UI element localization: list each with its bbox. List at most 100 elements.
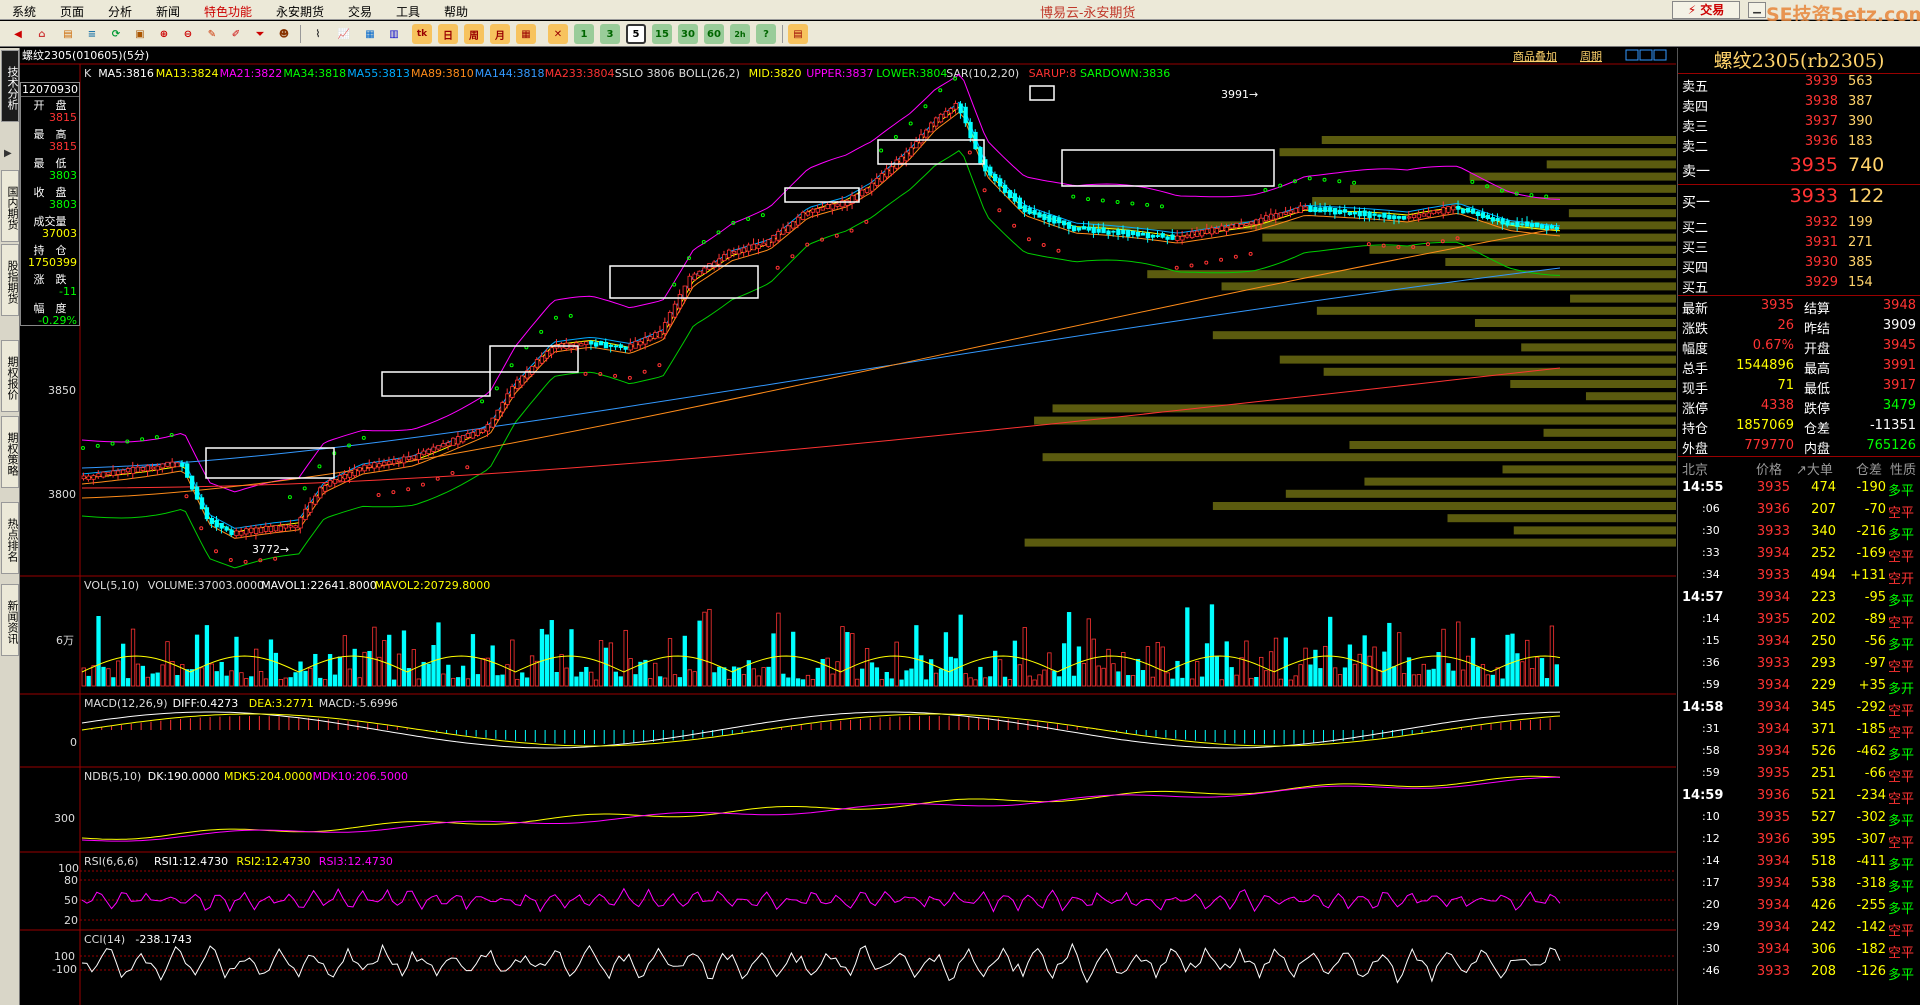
volume-bar <box>830 673 835 687</box>
tick-row[interactable]: :31 3934 371 -185 空平 <box>1678 719 1920 741</box>
period-week-button[interactable]: 周 <box>464 24 484 44</box>
period-3-button[interactable]: 3 <box>600 24 620 44</box>
period-custom-button[interactable]: ? <box>756 24 776 44</box>
volume-bar <box>337 656 343 687</box>
tick-price: 3935 <box>1756 480 1790 495</box>
zoom-in-icon[interactable]: ⊕ <box>154 24 174 44</box>
tick-row[interactable]: :17 3934 538 -318 多平 <box>1678 873 1920 895</box>
menu-tools[interactable]: 工具 <box>396 3 420 20</box>
candle-body <box>845 199 850 206</box>
tick-row[interactable]: :15 3934 250 -56 多平 <box>1678 631 1920 653</box>
tab-options-strategy[interactable]: 期权策略 <box>1 416 19 488</box>
period-5-button[interactable]: 5 <box>626 24 646 44</box>
home-icon[interactable]: ⌂ <box>32 24 52 44</box>
ask-row[interactable]: 卖五 3939 563 <box>1678 74 1920 95</box>
calendar-icon[interactable]: ▦ <box>516 24 536 44</box>
menu-news[interactable]: 新闻 <box>156 3 180 20</box>
back-icon[interactable]: ◀ <box>8 24 28 44</box>
period-2h-button[interactable]: 2h <box>730 24 750 44</box>
tick-row[interactable]: :36 3933 293 -97 空平 <box>1678 653 1920 675</box>
bars-icon[interactable]: ▥ <box>384 24 404 44</box>
tab-news[interactable]: 新闻资讯 <box>1 584 19 656</box>
cross-icon[interactable]: ✕ <box>548 24 568 44</box>
candle-body <box>1091 227 1096 234</box>
tab-domestic-futures[interactable]: 国内期货 <box>1 170 19 242</box>
trade-button[interactable]: ⚡ 交易 <box>1672 1 1740 19</box>
candle-body <box>1150 234 1155 238</box>
tick-row[interactable]: :10 3935 527 -302 多平 <box>1678 807 1920 829</box>
tick-row[interactable]: :20 3934 426 -255 多平 <box>1678 895 1920 917</box>
list-icon[interactable]: ≡ <box>82 24 102 44</box>
ask-row[interactable]: 卖二 3936 183 <box>1678 134 1920 155</box>
tick-row[interactable]: :30 3934 306 -182 空平 <box>1678 939 1920 961</box>
menu-help[interactable]: 帮助 <box>444 3 468 20</box>
menu-trade[interactable]: 交易 <box>348 3 372 20</box>
period-link[interactable]: 周期 <box>1580 50 1602 63</box>
bid-row[interactable]: 买四 3930 385 <box>1678 255 1920 276</box>
tab-hot-ranking[interactable]: 热点排名 <box>1 502 19 574</box>
stat-value: 779770 <box>1744 438 1794 453</box>
calculator-icon[interactable]: ▤ <box>788 24 808 44</box>
ask1-row[interactable]: 卖一 3935 740 <box>1678 154 1920 184</box>
period-month-button[interactable]: 月 <box>490 24 510 44</box>
chart-icon[interactable]: 📈 <box>334 24 354 44</box>
tick-row[interactable]: 14:57 3934 223 -95 多平 <box>1678 587 1920 609</box>
ask-row[interactable]: 卖三 3937 390 <box>1678 114 1920 135</box>
tick-row[interactable]: :30 3933 340 -216 多平 <box>1678 521 1920 543</box>
draw-icon[interactable]: ⌇ <box>308 24 328 44</box>
folder-icon[interactable]: ▤ <box>58 24 78 44</box>
tick-row[interactable]: :12 3936 395 -307 空平 <box>1678 829 1920 851</box>
menu-special[interactable]: 特色功能 <box>204 3 252 20</box>
user-icon[interactable]: ☻ <box>274 24 294 44</box>
legend-item: MACD(12,26,9) <box>84 697 168 710</box>
tick-row[interactable]: :33 3934 252 -169 空平 <box>1678 543 1920 565</box>
compare-link[interactable]: 商品叠加 <box>1513 49 1557 63</box>
bid1-row[interactable]: 买一 3933 122 <box>1678 185 1920 215</box>
tick-row[interactable]: 14:58 3934 345 -292 空平 <box>1678 697 1920 719</box>
period-1-button[interactable]: 1 <box>574 24 594 44</box>
tick-row[interactable]: 14:55 3935 474 -190 多平 <box>1678 477 1920 499</box>
brush-icon[interactable]: ✐ <box>226 24 246 44</box>
zoom-out-icon[interactable]: ⊖ <box>178 24 198 44</box>
tab-technical[interactable]: 技术分析 <box>1 50 19 122</box>
tick-row[interactable]: :46 3933 208 -126 多平 <box>1678 961 1920 983</box>
tick-row[interactable]: :14 3934 518 -411 多平 <box>1678 851 1920 873</box>
bid-row[interactable]: 买五 3929 154 <box>1678 275 1920 296</box>
bid-row[interactable]: 买三 3931 271 <box>1678 235 1920 256</box>
tick-row[interactable]: :29 3934 242 -142 空平 <box>1678 917 1920 939</box>
menu-analysis[interactable]: 分析 <box>108 3 132 20</box>
period-60-button[interactable]: 60 <box>704 24 724 44</box>
volume-bar <box>1510 633 1515 687</box>
tick-icon[interactable]: tk <box>412 24 432 44</box>
tick-row[interactable]: :14 3935 202 -89 空平 <box>1678 609 1920 631</box>
grid-icon[interactable]: ▦ <box>360 24 380 44</box>
tab-index-futures[interactable]: 股指期货 <box>1 244 19 316</box>
bid-row[interactable]: 买二 3932 199 <box>1678 215 1920 236</box>
stat-key: 跌停 <box>1804 402 1831 417</box>
box-icon[interactable]: ▣ <box>130 24 150 44</box>
arrow-right-icon[interactable]: ▶ <box>4 148 12 159</box>
tick-row[interactable]: 14:59 3936 521 -234 空平 <box>1678 785 1920 807</box>
pen-icon[interactable]: ✎ <box>202 24 222 44</box>
refresh-icon[interactable]: ⟳ <box>106 24 126 44</box>
volume-bar <box>1076 646 1082 687</box>
kline-chart-area[interactable]: 螺纹2305(010605)(5分) 商品叠加 周期 K MA5:3816 MA13… <box>20 48 1676 1005</box>
menu-page[interactable]: 页面 <box>60 3 84 20</box>
tab-options-quote[interactable]: 期权报价 <box>1 340 19 412</box>
tick-row[interactable]: :06 3936 207 -70 空平 <box>1678 499 1920 521</box>
stat-value: 3935 <box>1760 298 1794 313</box>
minimize-icon[interactable]: ▁ <box>1748 2 1766 18</box>
tick-row[interactable]: :59 3935 251 -66 空平 <box>1678 763 1920 785</box>
menu-yongan[interactable]: 永安期货 <box>276 3 324 20</box>
candle-body <box>219 522 224 529</box>
period-15-button[interactable]: 15 <box>652 24 672 44</box>
tick-row[interactable]: :59 3934 229 +35 多开 <box>1678 675 1920 697</box>
menu-system[interactable]: 系统 <box>12 3 36 20</box>
period-day-button[interactable]: 日 <box>438 24 458 44</box>
period-30-button[interactable]: 30 <box>678 24 698 44</box>
chart-canvas[interactable]: 螺纹2305(010605)(5分) 商品叠加 周期 K MA5:3816 MA13… <box>20 48 1676 1005</box>
filter-icon[interactable]: ⏷ <box>250 24 270 44</box>
ask-row[interactable]: 卖四 3938 387 <box>1678 94 1920 115</box>
tick-row[interactable]: :58 3934 526 -462 多平 <box>1678 741 1920 763</box>
tick-row[interactable]: :34 3933 494 +131 空开 <box>1678 565 1920 587</box>
